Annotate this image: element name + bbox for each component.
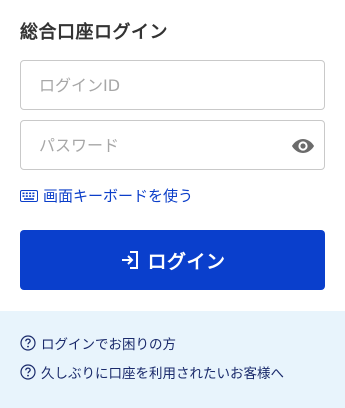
login-button[interactable]: ログイン <box>20 230 325 290</box>
help-section: ログインでお困りの方 久しぶりに口座を利用されたいお客様へ <box>0 311 345 408</box>
help-link-dormant-account[interactable]: 久しぶりに口座を利用されたいお客様へ <box>20 362 284 382</box>
login-id-input[interactable] <box>21 61 324 109</box>
keyboard-icon <box>20 189 38 202</box>
screen-keyboard-label: 画面キーボードを使う <box>43 187 194 205</box>
login-panel: 総合口座ログイン ログインID 画面キーボードを使う ログイン ログインでお困り… <box>0 0 345 408</box>
question-circle-icon <box>20 335 36 351</box>
login-enter-icon <box>119 249 141 271</box>
password-field-container <box>20 120 325 170</box>
page-title: 総合口座ログイン <box>20 22 168 43</box>
help-link-label: ログインでお困りの方 <box>41 337 176 353</box>
help-link-label: 久しぶりに口座を利用されたいお客様へ <box>41 366 284 382</box>
eye-icon[interactable] <box>290 134 316 158</box>
login-button-label: ログイン <box>147 250 226 273</box>
question-circle-icon <box>20 364 36 380</box>
help-link-login-trouble[interactable]: ログインでお困りの方 <box>20 333 176 353</box>
password-input[interactable] <box>21 121 324 169</box>
screen-keyboard-link[interactable]: 画面キーボードを使う <box>20 185 193 206</box>
login-id-field-container <box>20 60 325 110</box>
